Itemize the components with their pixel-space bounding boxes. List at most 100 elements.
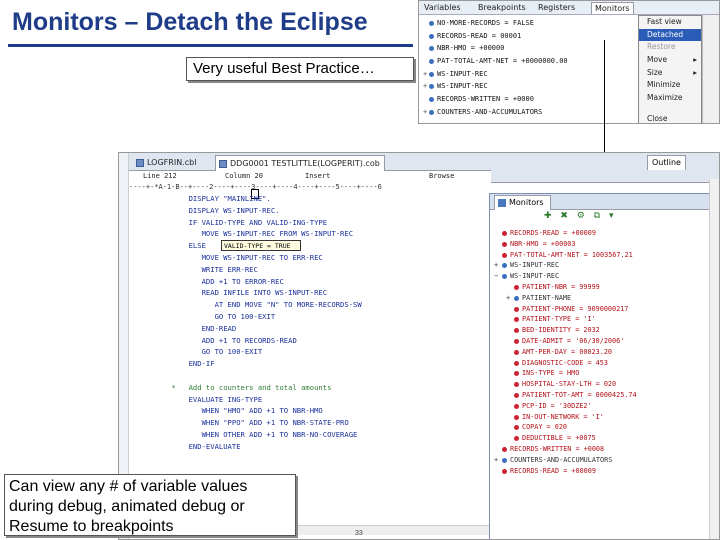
list-item[interactable]: IN-OUT-NETWORK = 'I'	[494, 412, 714, 423]
monitored-variables-list: RECORDS-READ = +00009 NBR-HMO = +00003 PAT…	[494, 228, 714, 476]
tab-monitors[interactable]: Monitors	[591, 2, 634, 14]
variable-icon	[514, 328, 519, 334]
list-item[interactable]: RECORDS-READ = 00001	[419, 30, 639, 43]
list-item[interactable]: + WS-INPUT-REC	[419, 80, 639, 93]
expand-icon[interactable]: +	[494, 455, 498, 466]
menu-item-maximize[interactable]: Maximize	[639, 92, 701, 105]
variable-value: DIAGNOSTIC-CODE = 453	[522, 358, 608, 367]
column-indicator: Column 20	[225, 172, 263, 180]
slide-title: Monitors – Detach the Eclipse	[12, 8, 368, 36]
view-side-strip	[702, 15, 719, 123]
variable-icon	[429, 21, 434, 26]
list-item[interactable]: PATIENT-NBR = 99999	[494, 282, 714, 293]
variable-icon	[514, 349, 519, 355]
variable-icon	[429, 33, 434, 39]
variable-icon	[514, 317, 519, 323]
code-line: DISPLAY "MAINLINE".	[141, 194, 271, 203]
list-item[interactable]: NBR-HMO = +00003	[494, 239, 714, 250]
tab-registers[interactable]: Registers	[535, 2, 578, 14]
list-item[interactable]: + COUNTERS-AND-ACCUMULATORS	[494, 455, 714, 466]
variable-icon	[514, 338, 519, 344]
list-item[interactable]: PAT-TOTAL-AMT-NET = 1003567.21	[494, 250, 714, 261]
list-item[interactable]: NO-MORE-RECORDS = FALSE	[419, 17, 639, 30]
list-item[interactable]: RECORDS-READ = +00009	[494, 466, 714, 477]
code-line: WRITE ERR-REC	[141, 264, 258, 274]
menu-item-restore[interactable]: Restore	[639, 41, 701, 54]
view-tab-bar: Variables Breakpoints Registers Monitors	[419, 1, 719, 15]
list-item[interactable]: DEDUCTIBLE = +0075	[494, 433, 714, 444]
code-line: WHEN "HMO" ADD +1 TO NBR-HMO	[141, 406, 323, 416]
list-item[interactable]: COPAY = 020	[494, 422, 714, 433]
variable-icon	[502, 263, 507, 269]
expand-icon[interactable]: +	[423, 80, 427, 93]
menu-item-size[interactable]: Size ▸	[639, 67, 701, 80]
list-item[interactable]: + WS-INPUT-REC	[494, 260, 714, 271]
expand-icon[interactable]: +	[506, 293, 510, 304]
list-item[interactable]: RECORDS-WRITTEN = +0000	[419, 93, 639, 106]
variable-value: RECORDS-READ = +00009	[510, 229, 596, 237]
code-line: GO TO 100-EXIT	[141, 347, 263, 357]
list-item[interactable]: PATIENT-TOT-AMT = 0000425.74	[494, 390, 714, 401]
list-item[interactable]: RECORDS-WRITTEN = +0008	[494, 444, 714, 455]
variable-value: PAT-TOTAL-AMT-NET = 1003567.21	[510, 250, 633, 259]
code-line: WHEN OTHER ADD +1 TO NBR-NO-COVERAGE	[141, 429, 358, 439]
variable-icon	[502, 231, 507, 236]
list-item[interactable]: − WS-INPUT-REC	[494, 271, 714, 282]
variable-icon	[429, 84, 434, 90]
variable-icon	[514, 425, 519, 431]
variable-icon	[514, 382, 519, 388]
monitor-icon	[498, 199, 506, 207]
menu-item-minimize[interactable]: Minimize	[639, 79, 701, 92]
submenu-arrow-icon: ▸	[693, 67, 697, 77]
tab-ddg0001[interactable]: DDG0001 TESTLITTLE(LOGPERIT).cob	[215, 155, 385, 171]
list-item[interactable]: PAT-TOTAL-AMT-NET = +0000000.00	[419, 55, 639, 68]
list-item[interactable]: DATE-ADMIT = '06/30/2006'	[494, 336, 714, 347]
tab-breakpoints[interactable]: Breakpoints	[475, 2, 529, 14]
list-item[interactable]: + PATIENT-NAME	[494, 293, 714, 304]
list-item[interactable]: INS-TYPE = HMO	[494, 368, 714, 379]
code-line: READ INFILE INTO WS-INPUT-REC	[141, 288, 328, 298]
list-item[interactable]: NBR-HMO = +00000	[419, 42, 639, 55]
list-item[interactable]: + COUNTERS-AND-ACCUMULATORS	[419, 106, 639, 119]
monitors-tab-bar: Monitors	[490, 194, 719, 210]
vertical-scrollbar[interactable]	[709, 179, 719, 539]
callout-line: Resume to breakpoints	[9, 518, 174, 535]
variable-icon	[514, 360, 519, 366]
variable-value: RECORDS-READ = +00009	[510, 466, 596, 475]
menu-item-detached[interactable]: Detached	[639, 28, 701, 42]
list-item[interactable]: AMT-PER-DAY = 00023.20	[494, 347, 714, 358]
expand-icon[interactable]: +	[423, 106, 427, 119]
variable-value: RECORDS-WRITTEN = +0008	[510, 444, 605, 453]
list-item[interactable]: + WS-INPUT-REC	[419, 68, 639, 81]
list-item[interactable]: PCP-ID = '30DZE2'	[494, 401, 714, 412]
variable-value: INS-TYPE = HMO	[522, 369, 580, 378]
expand-icon[interactable]: +	[423, 68, 427, 81]
expand-icon[interactable]: −	[494, 271, 498, 282]
variable-value: WS-INPUT-REC	[510, 261, 560, 270]
menu-item-move[interactable]: Move ▸	[639, 54, 701, 67]
list-item[interactable]: DIAGNOSTIC-CODE = 453	[494, 358, 714, 369]
expand-icon[interactable]: +	[494, 260, 498, 271]
tab-logfrin[interactable]: LOGFRIN.cbl	[133, 155, 200, 171]
list-item[interactable]: PATIENT-PHONE = 9090000217	[494, 304, 714, 315]
variable-icon	[514, 295, 519, 301]
code-line: * Add to counters and total amounts	[141, 382, 332, 392]
detached-monitors-screenshot: Variables Breakpoints Registers Monitors…	[418, 0, 720, 124]
variable-value: COPAY = 020	[522, 423, 568, 432]
menu-item-fast-view[interactable]: Fast view	[639, 16, 701, 29]
monitors-toolbar[interactable]: ✚ ✖ ⚙ ⧉ ▾	[544, 211, 719, 225]
code-line: ADD +1 TO RECORDS-READ	[141, 335, 297, 345]
tab-outline[interactable]: Outline	[647, 155, 686, 170]
variable-icon	[514, 403, 519, 409]
tab-monitors-detached[interactable]: Monitors	[494, 195, 551, 210]
list-item[interactable]: HOSPITAL-STAY-LTH = 020	[494, 379, 714, 390]
list-item[interactable]: BED-IDENTITY = 2032	[494, 325, 714, 336]
tab-variables[interactable]: Variables	[421, 2, 464, 14]
code-line: MOVE WS-INPUT-REC FROM WS-INPUT-REC	[141, 229, 354, 239]
variable-value: DATE-ADMIT = '06/30/2006'	[522, 336, 625, 345]
list-item[interactable]: PATIENT-TYPE = 'I'	[494, 314, 714, 325]
menu-item-close[interactable]: Close	[639, 113, 701, 123]
list-item[interactable]: RECORDS-READ = +00009	[494, 228, 714, 239]
